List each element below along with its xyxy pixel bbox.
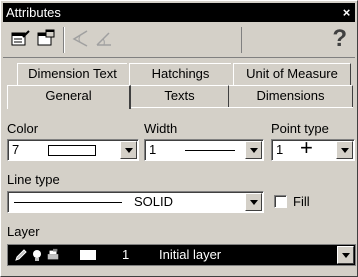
angle-alt-icon xyxy=(96,32,111,46)
tab-dimension-text[interactable]: Dimension Text xyxy=(17,63,127,85)
help-button[interactable]: ? xyxy=(332,25,347,53)
width-select[interactable]: 1 xyxy=(144,139,264,161)
angle-button[interactable] xyxy=(69,27,93,53)
edit-attributes-icon xyxy=(11,30,30,46)
fill-label: Fill xyxy=(293,194,310,209)
tab-label: Texts xyxy=(164,88,195,103)
edit-attributes-button[interactable] xyxy=(9,27,33,53)
angle-alt-button[interactable] xyxy=(93,27,117,53)
line-type-select[interactable]: SOLID xyxy=(7,191,264,213)
tab-label: General xyxy=(45,88,92,103)
tab-label: Hatchings xyxy=(151,66,210,81)
printer-icon xyxy=(47,248,59,260)
chevron-down-icon[interactable] xyxy=(337,246,354,264)
layer-number: 1 xyxy=(122,247,130,262)
window-attributes-button[interactable] xyxy=(35,27,59,53)
toolbar-separator xyxy=(63,27,65,53)
line-type-value: SOLID xyxy=(134,194,174,209)
toolbar: ? xyxy=(3,23,355,58)
line-type-label: Line type xyxy=(7,172,60,187)
color-label: Color xyxy=(7,121,39,136)
line-width-sample xyxy=(185,150,235,151)
width-label: Width xyxy=(144,121,178,136)
tab-unit-of-measure[interactable]: Unit of Measure xyxy=(233,63,351,85)
tab-dimensions[interactable]: Dimensions xyxy=(229,85,353,107)
point-type-label: Point type xyxy=(271,121,329,136)
layer-select[interactable]: 1 Initial layer xyxy=(7,244,356,266)
point-symbol: + xyxy=(300,135,313,160)
tab-label: Dimension Text xyxy=(28,66,117,81)
chevron-down-icon[interactable] xyxy=(336,141,353,159)
tab-hatchings[interactable]: Hatchings xyxy=(129,63,231,85)
lightbulb-icon xyxy=(33,250,41,261)
window-attributes-icon xyxy=(37,29,55,46)
point-type-value: 1 xyxy=(276,142,284,157)
title-bar: Attributes × xyxy=(3,3,355,22)
layer-color-swatch xyxy=(80,250,96,260)
tab-texts[interactable]: Texts xyxy=(131,85,229,107)
chevron-down-icon[interactable] xyxy=(120,141,137,159)
angle-icon xyxy=(72,30,88,47)
tab-label: Dimensions xyxy=(256,88,325,103)
window-title: Attributes xyxy=(6,5,61,20)
color-value: 7 xyxy=(12,142,20,157)
chevron-down-icon[interactable] xyxy=(245,193,262,211)
point-type-select[interactable]: 1 + xyxy=(271,135,355,161)
width-value: 1 xyxy=(149,142,157,157)
layer-label: Layer xyxy=(7,224,40,239)
line-type-sample xyxy=(14,202,122,203)
layer-name: Initial layer xyxy=(159,247,222,262)
tab-panel-edge xyxy=(131,107,353,108)
color-select[interactable]: 7 xyxy=(7,139,139,161)
fill-checkbox[interactable] xyxy=(274,195,287,208)
pencil-icon xyxy=(15,249,27,261)
toolbar-separator xyxy=(241,27,242,53)
attributes-window: Attributes × ? Dimension Text Hatchings … xyxy=(0,0,358,277)
chevron-down-icon[interactable] xyxy=(245,141,262,159)
close-button[interactable]: × xyxy=(340,5,353,20)
tab-general[interactable]: General xyxy=(7,85,131,109)
color-swatch xyxy=(48,145,96,156)
tab-label: Unit of Measure xyxy=(246,66,338,81)
